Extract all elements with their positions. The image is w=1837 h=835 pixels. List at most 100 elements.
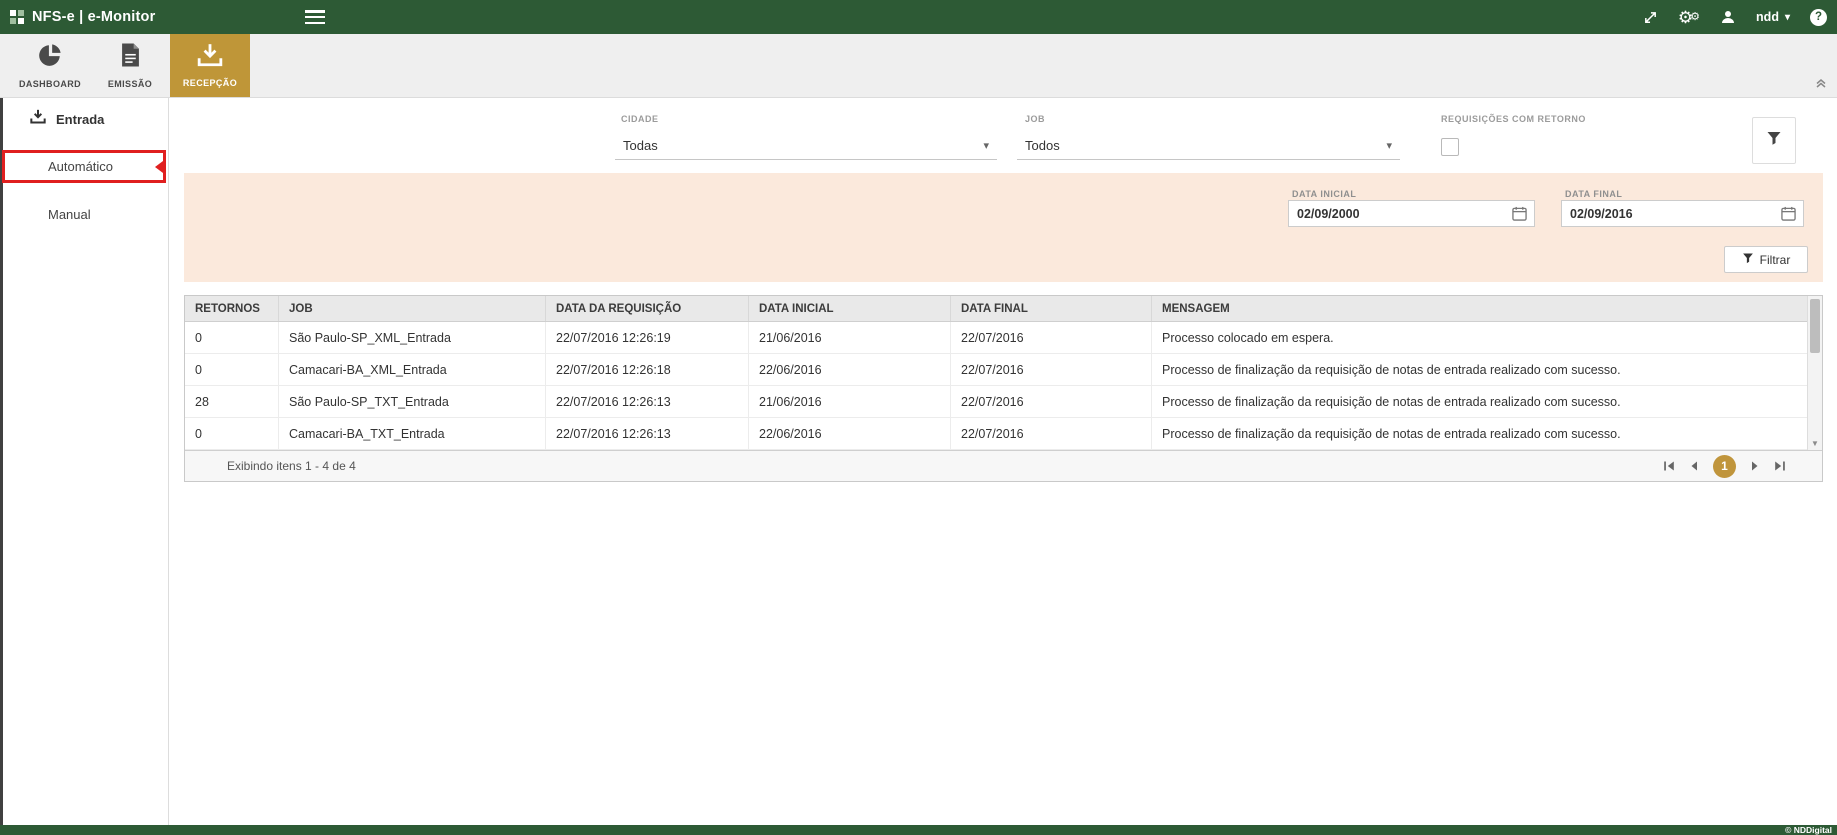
cell-retornos: 28 (185, 386, 279, 417)
pagination: 1 (1663, 455, 1786, 478)
cell-data-final: 22/07/2016 (951, 418, 1152, 449)
module-ribbon: DASHBOARD EMISSÃO RECEPÇÃO (0, 34, 1837, 98)
next-page-icon[interactable] (1749, 460, 1761, 472)
cell-data-requisicao: 22/07/2016 12:26:13 (546, 386, 749, 417)
top-bar: NFS-e | e-Monitor ⚙⚙ ndd ▾ ? (0, 0, 1837, 34)
cidade-select[interactable]: Todas ▾ (615, 132, 997, 160)
data-final-label: DATA FINAL (1565, 189, 1622, 199)
previous-page-icon[interactable] (1688, 460, 1700, 472)
column-header[interactable]: JOB (279, 296, 546, 321)
app-title: NFS-e | e-Monitor (32, 9, 155, 25)
data-final-field (1561, 200, 1804, 227)
table-header-row: RETORNOS JOB DATA DA REQUISIÇÃO DATA INI… (185, 296, 1807, 322)
cell-retornos: 0 (185, 322, 279, 353)
filtrar-button-label: Filtrar (1760, 253, 1791, 267)
sidebar: Entrada Automático Manual (0, 98, 169, 825)
cell-job: Camacari-BA_TXT_Entrada (279, 418, 546, 449)
cell-job: São Paulo-SP_XML_Entrada (279, 322, 546, 353)
sidebar-item-automatico[interactable]: Automático (0, 150, 168, 183)
data-inicial-field (1288, 200, 1535, 227)
table-scrollbar[interactable]: ▼ (1807, 296, 1822, 450)
current-page-button[interactable]: 1 (1713, 455, 1736, 478)
cell-job: São Paulo-SP_TXT_Entrada (279, 386, 546, 417)
data-inicial-input[interactable] (1289, 201, 1512, 226)
user-icon[interactable] (1720, 9, 1736, 25)
job-label: JOB (1025, 114, 1045, 124)
column-header[interactable]: DATA INICIAL (749, 296, 951, 321)
cell-data-inicial: 22/06/2016 (749, 354, 951, 385)
cidade-selected-value: Todas (623, 138, 658, 153)
date-filter-band: DATA INICIAL DATA FINAL (184, 173, 1823, 282)
main-content: CIDADE Todas ▾ JOB Todos ▾ REQUISIÇÕES C… (169, 98, 1837, 825)
sidebar-item-label: Automático (48, 159, 113, 174)
table-row[interactable]: 28 São Paulo-SP_TXT_Entrada 22/07/2016 1… (185, 386, 1807, 418)
tab-label: DASHBOARD (19, 79, 81, 89)
cell-job: Camacari-BA_XML_Entrada (279, 354, 546, 385)
cell-data-requisicao: 22/07/2016 12:26:13 (546, 418, 749, 449)
requisicoes-checkbox[interactable] (1441, 138, 1459, 156)
tab-emissao[interactable]: EMISSÃO (90, 34, 170, 97)
column-header[interactable]: DATA FINAL (951, 296, 1152, 321)
settings-gears-icon[interactable]: ⚙⚙ (1678, 9, 1700, 26)
filtrar-button[interactable]: Filtrar (1724, 246, 1808, 273)
table-row[interactable]: 0 Camacari-BA_XML_Entrada 22/07/2016 12:… (185, 354, 1807, 386)
tab-dashboard[interactable]: DASHBOARD (10, 34, 90, 97)
requisicoes-label: REQUISIÇÕES COM RETORNO (1441, 114, 1586, 124)
sidebar-item-label: Manual (48, 207, 91, 222)
scroll-down-arrow-icon[interactable]: ▼ (1808, 439, 1822, 448)
table-footer: Exibindo itens 1 - 4 de 4 1 (185, 450, 1822, 481)
data-final-input[interactable] (1562, 201, 1781, 226)
user-dropdown[interactable]: ndd ▾ (1756, 10, 1790, 24)
table-row[interactable]: 0 São Paulo-SP_XML_Entrada 22/07/2016 12… (185, 322, 1807, 354)
document-icon (120, 42, 141, 73)
cell-mensagem: Processo de finalização da requisição de… (1152, 386, 1807, 417)
job-select[interactable]: Todos ▾ (1017, 132, 1400, 160)
cell-mensagem: Processo de finalização da requisição de… (1152, 354, 1807, 385)
table-row[interactable]: 0 Camacari-BA_TXT_Entrada 22/07/2016 12:… (185, 418, 1807, 450)
funnel-icon (1766, 130, 1782, 151)
hamburger-menu-icon[interactable] (305, 10, 325, 24)
pagination-status: Exibindo itens 1 - 4 de 4 (227, 459, 356, 473)
column-header[interactable]: RETORNOS (185, 296, 279, 321)
chevron-down-icon: ▾ (1785, 12, 1790, 23)
cell-data-final: 22/07/2016 (951, 386, 1152, 417)
download-tray-icon (197, 43, 223, 72)
cell-mensagem: Processo colocado em espera. (1152, 322, 1807, 353)
cell-retornos: 0 (185, 418, 279, 449)
tab-label: EMISSÃO (108, 79, 152, 89)
chevron-down-icon: ▾ (983, 139, 989, 152)
calendar-icon[interactable] (1781, 206, 1796, 221)
cell-data-requisicao: 22/07/2016 12:26:18 (546, 354, 749, 385)
sidebar-item-entrada[interactable]: Entrada (0, 102, 168, 136)
filter-toggle-button[interactable] (1752, 117, 1796, 164)
download-icon (30, 109, 46, 129)
help-icon[interactable]: ? (1810, 9, 1827, 26)
cell-data-requisicao: 22/07/2016 12:26:19 (546, 322, 749, 353)
calendar-icon[interactable] (1512, 206, 1527, 221)
fullscreen-icon[interactable] (1643, 10, 1658, 25)
results-table: RETORNOS JOB DATA DA REQUISIÇÃO DATA INI… (184, 295, 1823, 482)
column-header[interactable]: MENSAGEM (1152, 296, 1807, 321)
first-page-icon[interactable] (1663, 460, 1675, 472)
tab-recepcao[interactable]: RECEPÇÃO (170, 34, 250, 97)
data-inicial-label: DATA INICIAL (1292, 189, 1356, 199)
bottom-bar: © NDDigital (0, 825, 1837, 835)
last-page-icon[interactable] (1774, 460, 1786, 472)
cell-data-inicial: 22/06/2016 (749, 418, 951, 449)
scrollbar-thumb[interactable] (1810, 299, 1820, 353)
app-window: NFS-e | e-Monitor ⚙⚙ ndd ▾ ? DASHBOARD (0, 0, 1837, 835)
cell-data-final: 22/07/2016 (951, 322, 1152, 353)
app-logo-icon (10, 10, 25, 25)
sidebar-item-label: Entrada (56, 112, 104, 127)
cell-data-inicial: 21/06/2016 (749, 322, 951, 353)
sidebar-item-manual[interactable]: Manual (0, 198, 168, 231)
job-selected-value: Todos (1025, 138, 1060, 153)
dashboard-pie-icon (37, 42, 63, 73)
column-header[interactable]: DATA DA REQUISIÇÃO (546, 296, 749, 321)
funnel-icon (1742, 252, 1754, 267)
chevron-down-icon: ▾ (1386, 139, 1392, 152)
collapse-ribbon-icon[interactable] (1815, 75, 1827, 93)
cell-retornos: 0 (185, 354, 279, 385)
user-name: ndd (1756, 10, 1779, 24)
cell-mensagem: Processo de finalização da requisição de… (1152, 418, 1807, 449)
